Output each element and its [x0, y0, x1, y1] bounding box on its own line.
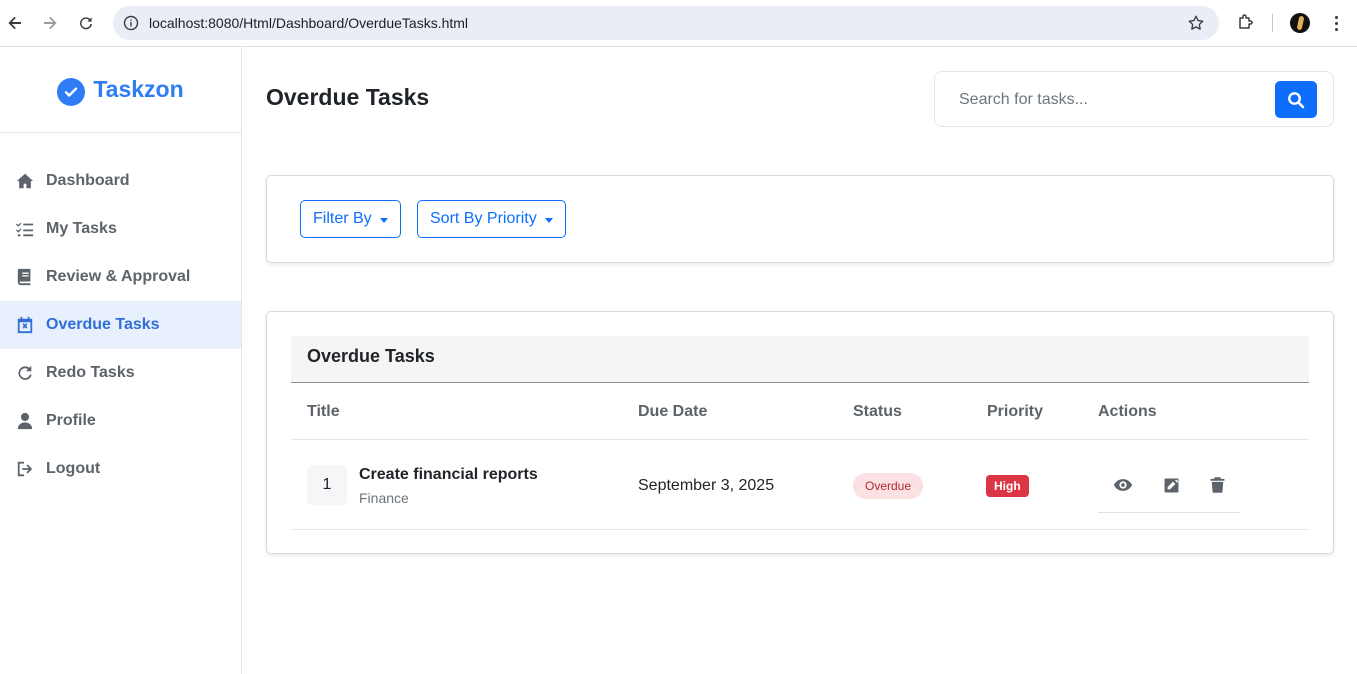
edit-button[interactable] — [1160, 474, 1182, 496]
sidebar-item-redo-tasks[interactable]: Redo Tasks — [0, 349, 241, 397]
brand[interactable]: Taskzon — [0, 47, 241, 133]
toolbar-divider — [1272, 14, 1273, 32]
arrow-right-icon — [44, 16, 57, 30]
sidebar-nav: Dashboard My Tasks Review & Approval Ove… — [0, 157, 241, 493]
overdue-tasks-card: Overdue Tasks Title Due Date Status Prio… — [266, 311, 1334, 554]
search-button[interactable] — [1275, 81, 1317, 118]
sidebar-item-profile[interactable]: Profile — [0, 397, 241, 445]
column-header-due-date: Due Date — [638, 403, 708, 420]
sidebar-item-dashboard[interactable]: Dashboard — [0, 157, 241, 205]
card-title: Overdue Tasks — [307, 346, 435, 366]
extensions-icon[interactable] — [1237, 13, 1255, 31]
table-row[interactable]: 1 Create financial reports Finance Septe… — [291, 440, 1309, 530]
profile-avatar[interactable] — [1290, 13, 1310, 33]
card-header: Overdue Tasks — [291, 336, 1309, 383]
sidebar-item-label: Overdue Tasks — [46, 316, 160, 333]
sidebar-item-label: Redo Tasks — [46, 364, 135, 381]
sidebar-item-label: Dashboard — [46, 172, 130, 189]
redo-icon — [18, 365, 32, 380]
eye-icon — [1113, 479, 1133, 491]
row-actions — [1098, 460, 1240, 513]
filter-by-dropdown[interactable]: Filter By — [300, 200, 401, 238]
list-check-icon — [16, 222, 34, 237]
sidebar-item-label: Review & Approval — [46, 268, 191, 285]
filter-card: Filter By Sort By Priority — [266, 175, 1334, 263]
task-category: Finance — [359, 490, 409, 506]
priority-badge: High — [986, 475, 1029, 497]
edit-icon — [1164, 478, 1178, 492]
sidebar-item-overdue-tasks[interactable]: Overdue Tasks — [0, 301, 241, 349]
address-bar[interactable]: localhost:8080/Html/Dashboard/OverdueTas… — [113, 6, 1219, 40]
user-icon — [17, 412, 33, 430]
trash-icon — [1210, 477, 1224, 493]
search-box — [934, 71, 1334, 127]
arrow-left-icon — [8, 16, 21, 30]
caret-down-icon — [544, 217, 553, 223]
due-date: September 3, 2025 — [638, 477, 775, 494]
book-icon — [17, 268, 31, 286]
forward-button[interactable] — [39, 12, 61, 34]
browser-menu-icon[interactable] — [1329, 13, 1343, 33]
status-badge: Overdue — [853, 473, 924, 499]
logout-icon — [17, 461, 33, 477]
browser-toolbar: localhost:8080/Html/Dashboard/OverdueTas… — [0, 0, 1357, 47]
calendar-x-icon — [17, 316, 33, 334]
sort-by-label: Sort By Priority — [430, 210, 537, 227]
sidebar-item-label: Logout — [46, 460, 101, 477]
home-icon — [16, 173, 34, 189]
sidebar-item-logout[interactable]: Logout — [0, 445, 241, 493]
reload-icon — [80, 17, 92, 30]
column-header-actions: Actions — [1098, 403, 1157, 420]
back-button[interactable] — [4, 12, 26, 34]
column-header-title: Title — [307, 403, 340, 420]
sidebar-item-my-tasks[interactable]: My Tasks — [0, 205, 241, 253]
search-input[interactable] — [945, 82, 1265, 118]
column-header-status: Status — [853, 403, 902, 420]
filter-by-label: Filter By — [313, 210, 372, 227]
sidebar-item-label: My Tasks — [46, 220, 117, 237]
view-button[interactable] — [1112, 474, 1134, 496]
search-icon — [1288, 91, 1305, 108]
check-circle-icon — [57, 77, 86, 106]
url-text: localhost:8080/Html/Dashboard/OverdueTas… — [149, 15, 469, 31]
column-header-priority: Priority — [987, 403, 1044, 420]
bookmark-star-icon[interactable] — [1187, 14, 1205, 32]
brand-name: Taskzon — [93, 76, 184, 102]
info-icon[interactable] — [123, 15, 139, 31]
table-header: Title Due Date Status Priority Actions — [291, 383, 1309, 440]
sort-by-dropdown[interactable]: Sort By Priority — [417, 200, 566, 238]
page-title: Overdue Tasks — [266, 84, 430, 110]
sidebar-item-label: Profile — [46, 412, 96, 429]
task-title: Create financial reports — [359, 466, 538, 483]
sidebar-item-review-approval[interactable]: Review & Approval — [0, 253, 241, 301]
reload-button[interactable] — [75, 12, 97, 34]
sidebar: Taskzon Dashboard My Tasks Review & Appr… — [0, 47, 242, 674]
caret-down-icon — [379, 217, 388, 223]
main-content: Overdue Tasks Filter By Sort By Priority… — [242, 47, 1357, 674]
row-index: 1 — [307, 465, 347, 505]
delete-button[interactable] — [1206, 474, 1228, 496]
